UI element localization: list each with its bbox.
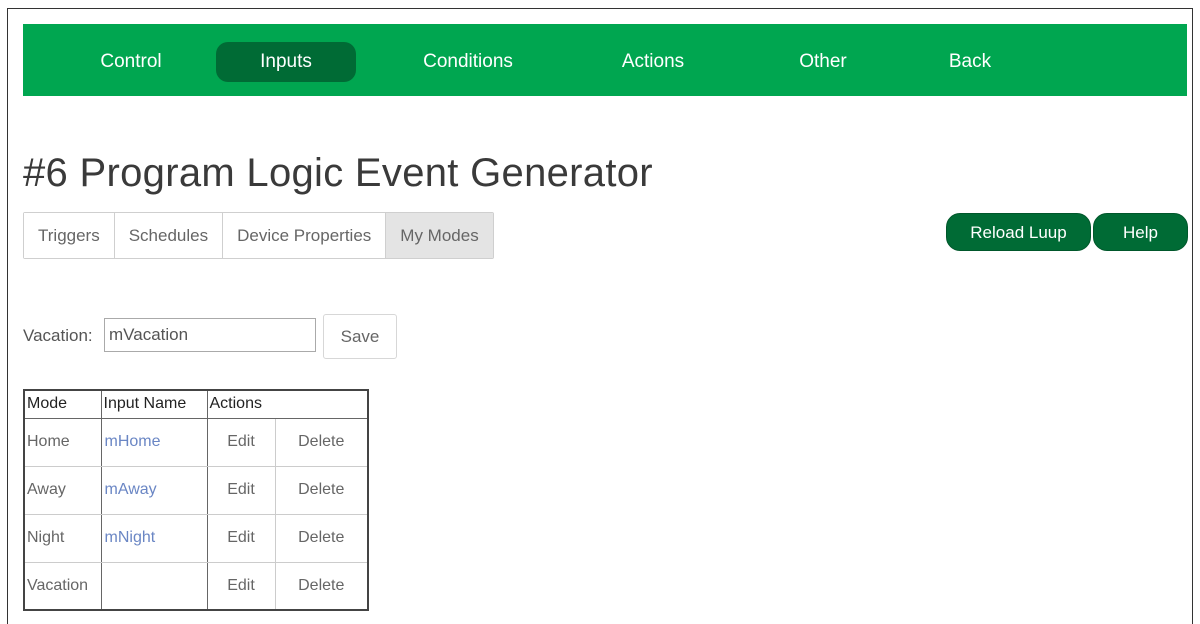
- save-button[interactable]: Save: [323, 314, 397, 359]
- nav-conditions[interactable]: Conditions: [408, 42, 528, 82]
- subtab-bar: Triggers Schedules Device Properties My …: [23, 212, 494, 259]
- nav-back[interactable]: Back: [935, 42, 1005, 82]
- mode-cell: Away: [23, 465, 102, 515]
- vacation-input[interactable]: [104, 318, 316, 352]
- reload-luup-button[interactable]: Reload Luup: [946, 213, 1091, 251]
- nav-other[interactable]: Other: [783, 42, 863, 82]
- mode-cell: Vacation: [23, 561, 102, 611]
- tab-triggers[interactable]: Triggers: [24, 213, 115, 258]
- table-row: Away mAway Edit Delete: [23, 465, 369, 515]
- tab-device-properties[interactable]: Device Properties: [223, 213, 387, 258]
- vacation-label: Vacation:: [23, 326, 93, 345]
- nav-actions[interactable]: Actions: [603, 42, 703, 82]
- input-name-link[interactable]: mNight: [100, 513, 208, 563]
- edit-button[interactable]: Edit: [206, 465, 276, 515]
- edit-button[interactable]: Edit: [206, 561, 276, 611]
- table-row: Night mNight Edit Delete: [23, 513, 369, 563]
- input-name-link[interactable]: mAway: [100, 465, 208, 515]
- page-title: #6 Program Logic Event Generator: [23, 151, 653, 195]
- table-row: Vacation Edit Delete: [23, 561, 369, 611]
- delete-button[interactable]: Delete: [274, 513, 369, 563]
- input-name-link[interactable]: mHome: [100, 417, 208, 467]
- nav-inputs[interactable]: Inputs: [216, 42, 356, 82]
- mode-cell: Home: [23, 417, 102, 467]
- table-row: Home mHome Edit Delete: [23, 417, 369, 467]
- help-button[interactable]: Help: [1093, 213, 1188, 251]
- nav-control[interactable]: Control: [81, 42, 181, 82]
- header-actions: Actions: [206, 389, 369, 419]
- input-name-cell: [100, 561, 208, 611]
- tab-schedules[interactable]: Schedules: [114, 213, 224, 258]
- table-header-row: Mode Input Name Actions: [23, 389, 369, 419]
- edit-button[interactable]: Edit: [206, 513, 276, 563]
- modes-table: Mode Input Name Actions Home mHome Edit …: [23, 389, 369, 611]
- delete-button[interactable]: Delete: [274, 465, 369, 515]
- edit-button[interactable]: Edit: [206, 417, 276, 467]
- mode-cell: Night: [23, 513, 102, 563]
- tab-my-modes[interactable]: My Modes: [386, 213, 493, 258]
- delete-button[interactable]: Delete: [274, 561, 369, 611]
- top-nav: Control Inputs Conditions Actions Other …: [23, 24, 1187, 96]
- header-mode: Mode: [23, 389, 102, 419]
- header-input-name: Input Name: [100, 389, 208, 419]
- delete-button[interactable]: Delete: [274, 417, 369, 467]
